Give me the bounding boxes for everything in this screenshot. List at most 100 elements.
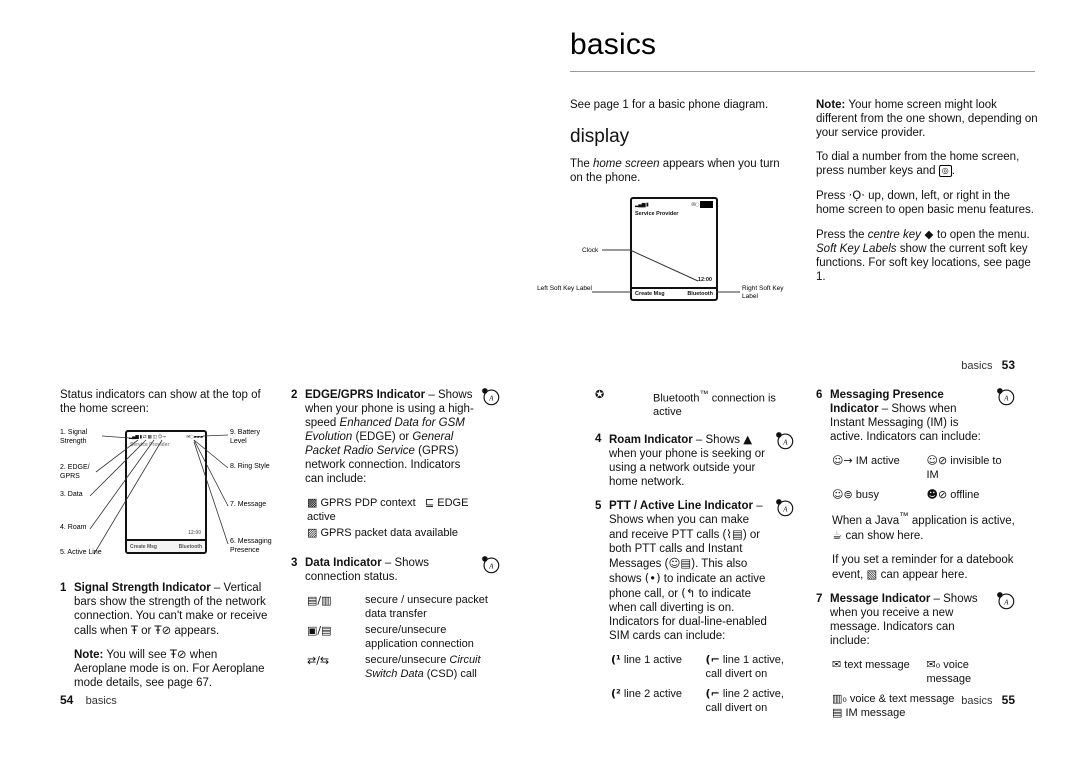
callout-5-number: 5. [60, 549, 66, 556]
ptt-im-icon: ☺▤ [668, 555, 692, 570]
item-2-body: EDGE/GPRS Indicator – Shows when your ph… [305, 388, 500, 486]
voice-text-message-icon: ▥₀ [832, 691, 847, 705]
dial-paragraph: To dial a number from the home screen, p… [816, 150, 1038, 178]
im-state-row-2: ☺⊜ busy ☻⊘ offline [832, 488, 1015, 502]
edge-icon: ⊑ [425, 496, 435, 509]
svg-text:A: A [1003, 395, 1009, 402]
chapter-title: basics [570, 28, 657, 61]
data-row-csd: ⇄/⇆ secure/unsecure Circuit Switch Data … [307, 654, 500, 681]
item-3-title: Data Indicator [305, 557, 382, 569]
data-row-packet: ▤/▥ secure / unsecure packet data transf… [307, 594, 500, 621]
page-55-columns: ✪ Bluetooth™ connection is active 4 Roam… [595, 388, 1015, 721]
display-heading: display [570, 126, 630, 147]
callout-right-soft-key: Right Soft Key Label [742, 285, 784, 300]
packet-data-text: secure / unsecure packet data transfer [365, 594, 488, 620]
gprs-pdp-icon: ▩ [307, 496, 318, 509]
im-active-text: IM active [855, 455, 900, 467]
packet-data-icon: ▤/▥ [307, 594, 332, 607]
item-7-number: 7 [816, 592, 823, 605]
soft-key-labels-italic: Soft Key Labels [816, 243, 897, 255]
page-55: ✪ Bluetooth™ connection is active 4 Roam… [595, 388, 1015, 719]
page-54-column-2: 2 EDGE/GPRS Indicator – Shows when your … [291, 388, 500, 710]
item-6-number: 6 [816, 389, 823, 401]
callout-item-1: 1. Signal Strength [60, 429, 104, 446]
item-2-icon-row-1: ▩ GPRS PDP context active ⊑ EDGE [307, 496, 500, 524]
item-6-dash: – [878, 403, 892, 415]
item-7-body: Message Indicator – Shows when you recei… [830, 592, 1015, 648]
item-1-mid: or [137, 625, 155, 637]
item-4-dash: – [692, 433, 706, 446]
callout-item-5: 5. Active Line [60, 549, 116, 558]
im-offline-entry: ☻⊘ offline [927, 488, 1016, 502]
line-1-divert-entry: (⌐ line 1 active, call divert on [706, 653, 795, 681]
page-55-column-1: ✪ Bluetooth™ connection is active 4 Roam… [595, 388, 794, 721]
page-53: basics See page 1 for a basic phone diag… [537, 28, 1045, 373]
callout-left-soft-key: Left Soft Key Label [537, 285, 592, 292]
datebook-post: can appear here. [877, 568, 968, 581]
home-screen-diagram: ▂▄▆ ▮ ✉◌ Service Provider 12:00 Create M… [537, 195, 792, 307]
call-divert-icon: (↰ [681, 585, 696, 600]
im-invisible-icon: ☺⊘ [926, 454, 948, 467]
item-3-icon-table: ▤/▥ secure / unsecure packet data transf… [307, 594, 500, 681]
callout-1-number: 1. [60, 429, 66, 436]
centre-key-icon: ◆ [920, 227, 937, 241]
csd-call-text: secure/unsecure Circuit Switch Data (CSD… [365, 654, 500, 681]
indicator-item-1: 1 Signal Strength Indicator – Vertical b… [60, 581, 269, 700]
line-row-2: (² line 2 active (⌐ line 2 active, call … [611, 687, 794, 715]
callout-3-label: Data [67, 491, 83, 498]
line-2-icon: (² [611, 686, 621, 700]
item-3-number: 3 [291, 557, 298, 569]
dial-post: . [951, 165, 955, 177]
callout-item-2: 2. EDGE/ GPRS [60, 464, 104, 481]
callout-7-label: Message [237, 501, 267, 508]
java-tm: ™ [899, 511, 909, 522]
indicator-item-2: 2 EDGE/GPRS Indicator – Shows when your … [291, 388, 500, 486]
bluetooth-icon: ✪ [595, 388, 605, 401]
callout-item-9: 9. Battery Level [230, 429, 274, 446]
ptt-icon: ⌇▤ [726, 526, 743, 541]
status-indicators-lead: Status indicators can show at the top of… [60, 389, 261, 415]
csd-call-icon: ⇄/⇆ [307, 654, 330, 667]
navigation-key-icon: ·Ọ· [848, 188, 865, 202]
roam-triangle-icon: ▲ [743, 431, 753, 446]
callout-6-label: Messaging Presence [230, 538, 272, 554]
item-2-icon-list: ▩ GPRS PDP context active ⊑ EDGE ▨ GPRS … [307, 496, 500, 540]
item-6-state-table: ☺→ IM active ☺⊘ invisible to IM ☺⊜ busy … [832, 454, 1015, 582]
indicator-item-6: 6 Messaging Presence Indicator – Shows w… [816, 388, 1015, 444]
item-2-mid-1: (EDGE) or [352, 431, 413, 443]
note-text: Your home screen might look different fr… [816, 99, 1038, 139]
im-message-icon: ▤ [832, 705, 843, 719]
item-2-dash: – [425, 389, 438, 401]
text-message-icon: ✉ [832, 657, 842, 671]
message-row-1: ✉ text message ✉₀ voice message [832, 658, 1015, 686]
callout-8-label: Ring Style [237, 463, 270, 470]
item-4-number: 4 [595, 432, 602, 445]
datebook-paragraph: If you set a reminder for a datebook eve… [832, 553, 1015, 582]
callout-7-number: 7. [230, 501, 236, 508]
footer-name-55: basics [961, 695, 993, 707]
centre-pre: Press the [816, 229, 868, 241]
item-5-title: PTT / Active Line Indicator [609, 499, 753, 512]
bluetooth-text: Bluetooth™ connection is active [653, 388, 794, 420]
edge-entry: ⊑ EDGE [425, 496, 500, 524]
item-2-title: EDGE/GPRS Indicator [305, 389, 426, 401]
alphanumeric-mode-badge-icon-3: A [775, 431, 794, 450]
im-message-entry: ▤ IM message [832, 706, 1015, 720]
java-pre: When a Java [832, 514, 900, 527]
footer-name: basics [961, 360, 993, 372]
java-application-icon: ☕ [832, 527, 843, 542]
gprs-pdp-text: GPRS PDP context active [307, 497, 416, 523]
svg-text:A: A [782, 506, 788, 513]
csd-pre: secure/unsecure [365, 654, 450, 666]
item-1-note-pre: You will see [103, 649, 170, 661]
line-1-text: line 1 active [623, 653, 683, 666]
voice-message-entry: ✉₀ voice message [927, 658, 1016, 686]
line-1-active-entry: (¹ line 1 active [611, 653, 700, 681]
page-55-column-2: 6 Messaging Presence Indicator – Shows w… [816, 388, 1015, 721]
item-1-number: 1 [60, 582, 67, 594]
home-screen-pre: The [570, 158, 594, 170]
centre-key-italic: centre key [867, 229, 921, 241]
dial-pre: To dial a number from the home screen, p… [816, 151, 1020, 177]
im-busy-icon: ☺⊜ [832, 488, 853, 501]
callout-3-number: 3. [60, 491, 66, 498]
